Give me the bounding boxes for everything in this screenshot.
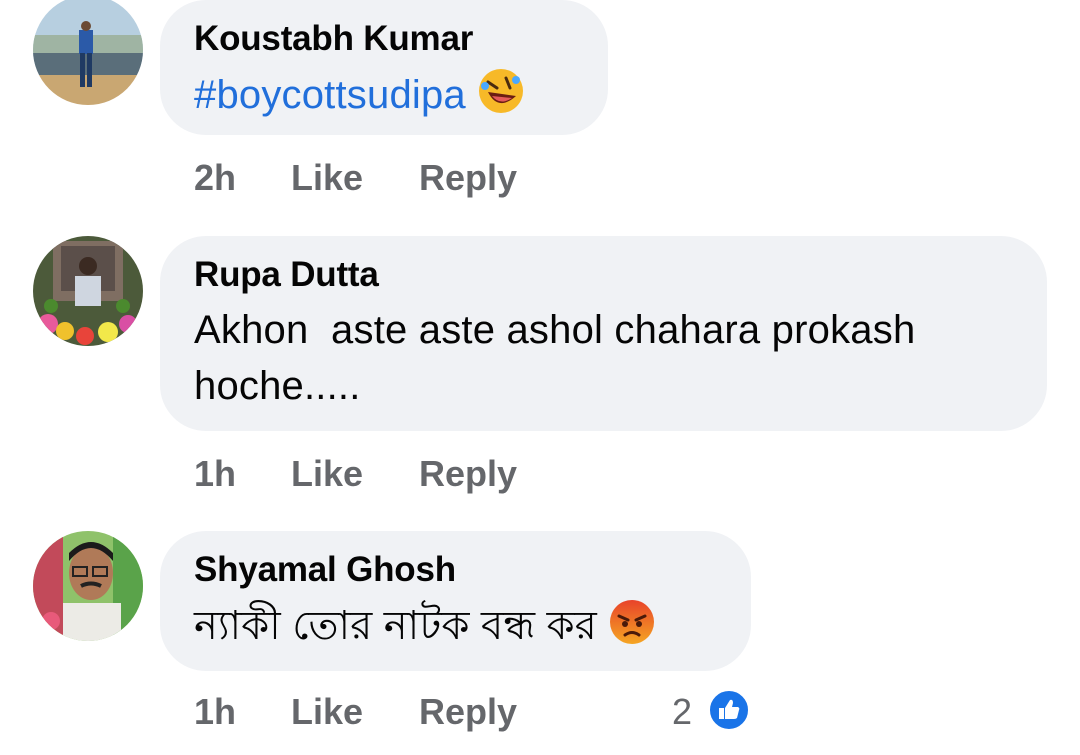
hashtag-link[interactable]: #boycottsudipa: [194, 73, 466, 117]
comment-text-line: Akhon aste aste ashol chahara prokash: [194, 308, 916, 352]
comment-actions: 2h Like Reply: [194, 154, 1054, 202]
like-thumbs-up-icon[interactable]: [707, 688, 751, 732]
like-button[interactable]: Like: [291, 688, 363, 736]
comment-text: ন্যাকী তোর নাটক বন্ধ কর: [194, 597, 717, 654]
like-button[interactable]: Like: [291, 450, 363, 498]
comment-author[interactable]: Koustabh Kumar: [194, 18, 574, 60]
comment-actions: 1h Like Reply: [194, 450, 1054, 498]
reply-button[interactable]: Reply: [419, 450, 517, 498]
reply-button[interactable]: Reply: [419, 154, 517, 202]
comment-text-line: hoche.....: [194, 364, 361, 408]
avatar[interactable]: [33, 0, 143, 105]
angry-face-emoji-icon: [607, 597, 657, 647]
avatar[interactable]: [33, 236, 143, 346]
comment-author[interactable]: Shyamal Ghosh: [194, 549, 717, 591]
reply-button[interactable]: Reply: [419, 688, 517, 736]
avatar-image: [33, 0, 143, 105]
comment-author[interactable]: Rupa Dutta: [194, 254, 1013, 296]
comment-bubble: Koustabh Kumar #boycottsudipa: [160, 0, 608, 135]
reaction-count[interactable]: 2: [672, 688, 692, 736]
rolling-on-floor-laughing-emoji-icon: [476, 66, 526, 116]
comment-timestamp[interactable]: 1h: [194, 450, 236, 498]
avatar-image: [33, 236, 143, 346]
comment-bubble: Rupa Dutta Akhon aste aste ashol chahara…: [160, 236, 1047, 431]
avatar-image: [33, 531, 143, 641]
comment-text: Akhon aste aste ashol chahara prokash ho…: [194, 302, 1013, 414]
comment-text: #boycottsudipa: [194, 66, 574, 123]
comment-bubble: Shyamal Ghosh ন্যাকী তোর নাটক বন্ধ কর: [160, 531, 751, 671]
like-button[interactable]: Like: [291, 154, 363, 202]
comment-text-content: ন্যাকী তোর নাটক বন্ধ কর: [194, 604, 597, 648]
comment-actions: 1h Like Reply 2: [194, 688, 1054, 736]
avatar[interactable]: [33, 531, 143, 641]
comment-timestamp[interactable]: 2h: [194, 154, 236, 202]
comment-timestamp[interactable]: 1h: [194, 688, 236, 736]
